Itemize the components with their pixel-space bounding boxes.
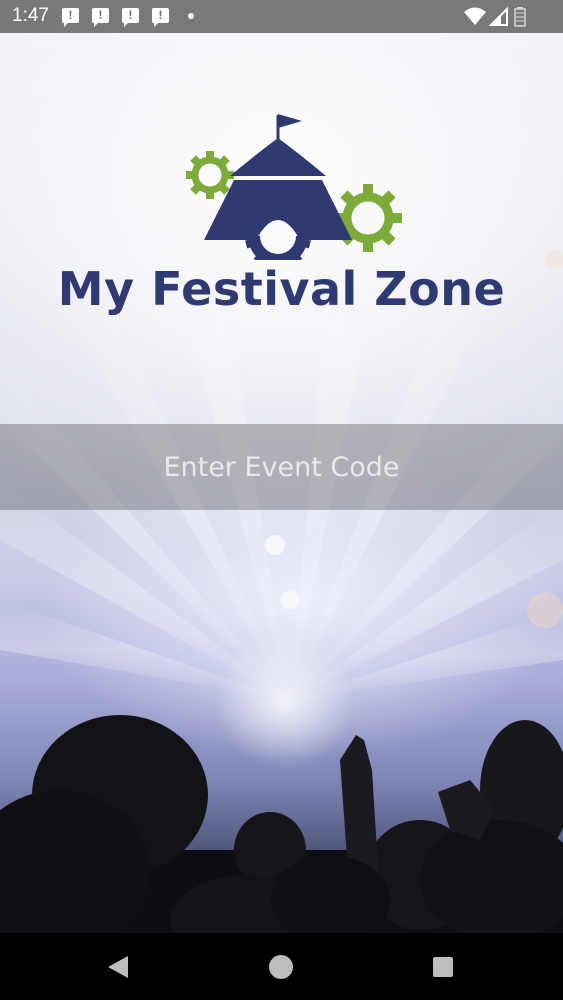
navy-gear-icon: [245, 236, 311, 260]
event-code-field-container: [0, 424, 563, 510]
recents-square-icon: [433, 957, 453, 977]
cell-signal-icon: [488, 6, 508, 26]
recents-button[interactable]: [403, 933, 483, 1000]
system-status-icons: [464, 6, 526, 27]
green-gear-right-icon: [334, 184, 402, 252]
navigation-bar: [0, 933, 563, 1000]
battery-icon: [514, 7, 526, 27]
back-button[interactable]: [78, 933, 158, 1000]
status-clock: 1:47: [12, 5, 49, 26]
festival-login-screen: 1:47 ! ! ! ! My Festival Zone Enter Even…: [0, 0, 563, 1000]
alert-notification-icon: !: [92, 8, 109, 27]
app-title: My Festival Zone: [57, 262, 506, 316]
home-button[interactable]: [241, 933, 321, 1000]
green-gear-left-icon: [186, 151, 234, 199]
alert-notification-icon: !: [122, 8, 139, 27]
wifi-icon: [464, 7, 486, 25]
back-triangle-icon: [108, 956, 128, 978]
more-notifications-dot-icon: [188, 13, 194, 19]
festival-tent-gears-logo: [186, 114, 402, 260]
event-code-input[interactable]: [0, 424, 563, 510]
home-circle-icon: [269, 955, 293, 979]
alert-notification-icon: !: [62, 8, 79, 27]
alert-notification-icon: !: [152, 8, 169, 27]
crowd-silhouette: [0, 715, 563, 935]
status-bar: 1:47 ! ! ! !: [0, 0, 563, 33]
